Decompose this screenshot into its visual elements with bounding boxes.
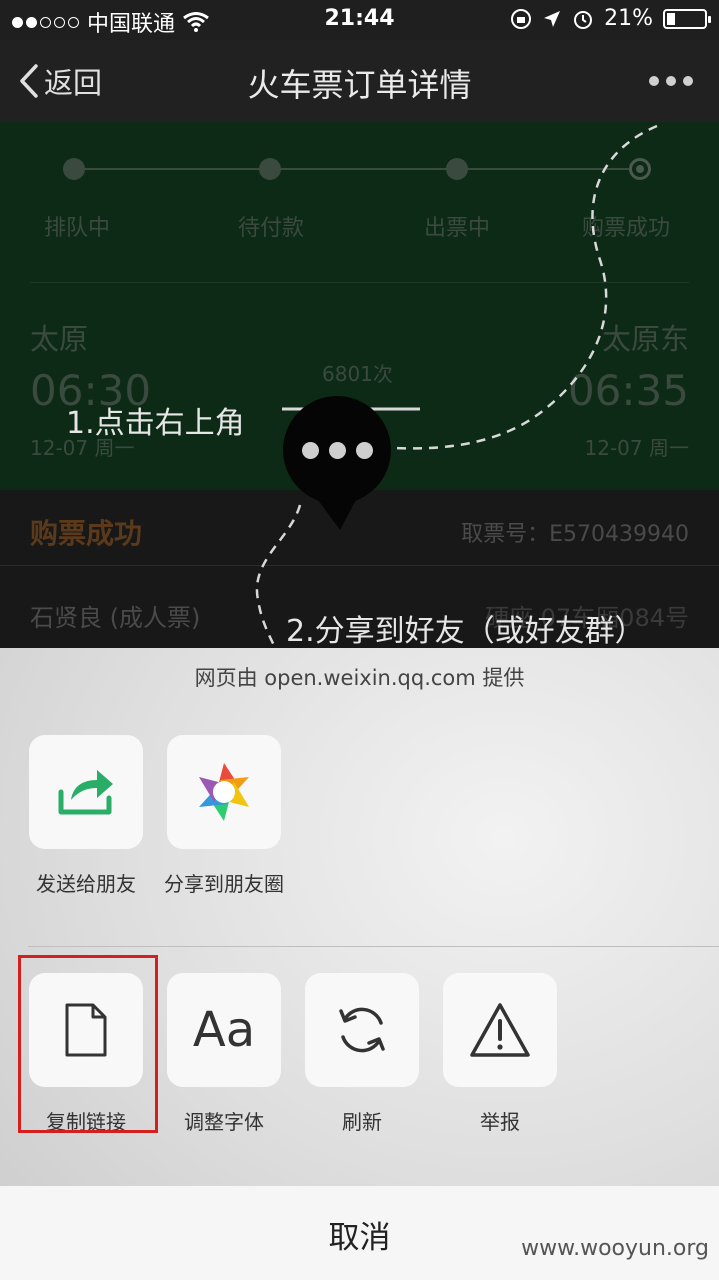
moments-icon	[199, 763, 249, 821]
more-menu-button[interactable]	[649, 76, 693, 86]
navigation-bar: 返回 火车票订单详情	[0, 40, 719, 122]
progress-node	[259, 158, 281, 180]
font-icon: Aa	[192, 1002, 256, 1058]
departure-city: 太原	[30, 322, 89, 356]
progress-track	[73, 168, 643, 170]
battery-percent: 21%	[604, 6, 653, 31]
status-right: 21%	[510, 6, 711, 31]
page-title: 火车票订单详情	[247, 66, 472, 104]
action-item-label: 调整字体	[184, 1110, 264, 1134]
refresh-icon	[339, 1007, 385, 1053]
passenger-name: 石贤良 (成人票)	[30, 604, 201, 632]
progress-node-current	[629, 158, 651, 180]
share-item-label: 分享到朋友圈	[164, 872, 284, 896]
progress-step: 购票成功	[582, 216, 671, 241]
provider-label: 网页由 open.weixin.qq.com 提供	[194, 666, 525, 690]
guide-step-2: 2.分享到好友（或好友群）	[286, 614, 645, 649]
progress-node	[446, 158, 468, 180]
share-to-moments-button[interactable]	[167, 735, 281, 849]
cancel-button[interactable]: 取消	[0, 1186, 719, 1280]
progress-step: 出票中	[424, 216, 491, 241]
progress-node	[63, 158, 85, 180]
rotation-lock-icon	[511, 8, 532, 29]
adjust-font-button[interactable]: Aa	[167, 973, 281, 1087]
ticket-number: 取票号：E570439940	[461, 522, 689, 547]
warning-icon	[470, 1003, 530, 1057]
share-sheet: 网页由 open.weixin.qq.com 提供 发送给朋友 分享到朋友圈 复…	[0, 648, 719, 1280]
arrival-time: 06:35	[567, 366, 689, 415]
action-item-label: 刷新	[342, 1110, 382, 1134]
copy-link-highlight-box	[18, 955, 158, 1133]
report-button[interactable]	[443, 973, 557, 1087]
progress-step: 排队中	[44, 216, 111, 241]
send-to-friend-button[interactable]	[29, 735, 143, 849]
share-item-label: 发送给朋友	[36, 872, 136, 896]
order-status: 购票成功	[30, 517, 143, 550]
battery-icon	[663, 8, 711, 29]
more-menu-hint-icon	[283, 396, 391, 504]
divider	[30, 282, 689, 283]
alarm-icon	[574, 10, 593, 29]
train-number: 6801次	[322, 362, 393, 386]
order-status-row: 购票成功 取票号：E570439940	[0, 490, 719, 566]
watermark: www.wooyun.org	[521, 1236, 709, 1261]
guide-step-1: 1.点击右上角	[66, 406, 245, 441]
location-icon	[544, 10, 561, 27]
arrival-city: 太原东	[601, 322, 689, 356]
progress-step: 待付款	[238, 216, 305, 241]
status-bar: 中国联通 21:44 21%	[0, 0, 719, 40]
send-to-friend-icon	[58, 770, 113, 815]
refresh-button[interactable]	[305, 973, 419, 1087]
divider	[28, 946, 719, 947]
action-item-label: 举报	[480, 1110, 520, 1134]
arrival-date: 12-07 周一	[584, 436, 689, 460]
